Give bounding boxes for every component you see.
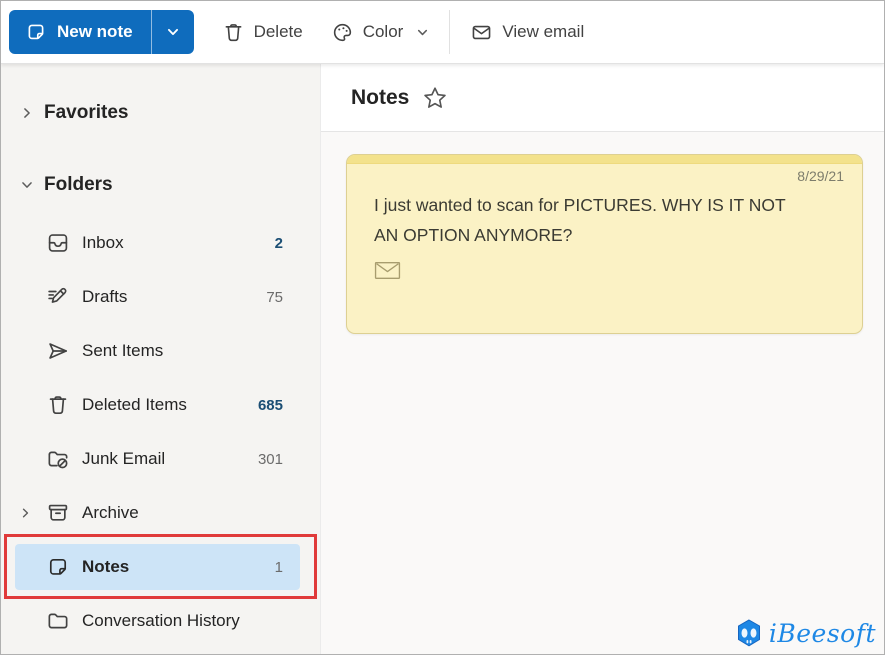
note-card[interactable]: 8/29/21 I just wanted to scan for PICTUR… [346,154,863,334]
sidebar-item-inbox[interactable]: Inbox 2 [1,216,320,270]
mail-icon [374,260,401,281]
folder-label: Sent Items [82,341,164,360]
item-count: 301 [257,450,283,468]
item-count: 1 [274,558,283,576]
item-count: 75 [266,288,283,306]
color-label: Color [362,22,404,41]
trash-icon [46,393,70,417]
sidebar-item-archive[interactable]: Archive [1,486,320,540]
folder-label: Junk Email [82,449,166,468]
notes-header: Notes [321,64,884,132]
view-email-button[interactable]: View email [456,10,598,54]
send-icon [46,339,70,363]
view-email-label: View email [502,22,585,41]
sidebar-item-drafts[interactable]: Drafts 75 [1,270,320,324]
new-note-label: New note [57,22,133,41]
new-note-dropdown-button[interactable] [152,10,194,54]
sidebar-item-sent-items[interactable]: Sent Items [1,324,320,378]
favorites-label: Favorites [44,102,129,123]
chevron-down-icon [20,178,34,192]
chevron-down-icon [416,26,429,39]
new-note-button[interactable]: New note [9,10,151,54]
sidebar-item-deleted-items[interactable]: Deleted Items 685 [1,378,320,432]
ibeesoft-watermark: iBeesoft [733,617,876,649]
mail-icon [470,21,493,44]
color-button[interactable]: Color [317,10,444,54]
archive-icon [46,501,70,525]
ibeesoft-brand-text: iBeesoft [768,618,876,648]
page-title: Notes [351,85,410,109]
folder-label: Notes [82,557,130,576]
note-text: I just wanted to scan for PICTURES. WHY … [374,195,786,245]
new-note-split-button: New note [9,10,194,54]
folder-icon [46,609,70,633]
note-icon [25,21,47,43]
delete-label: Delete [253,22,303,41]
sidebar-item-notes[interactable]: Notes 1 [1,534,320,599]
folder-label: Inbox [82,233,124,252]
sidebar-item-conversation-history[interactable]: Conversation History [1,594,320,648]
inbox-icon [46,231,70,255]
drafts-icon [46,285,70,309]
sidebar-item-junk-email[interactable]: Junk Email 301 [1,432,320,486]
toolbar-separator [449,10,451,54]
trash-icon [222,21,245,44]
sidebar-section-favorites[interactable]: Favorites [1,90,320,136]
folder-label: Drafts [82,287,128,306]
palette-icon [331,21,354,44]
outlook-notes-window: New note Delete Color View email Favorit… [0,0,885,655]
folder-label: Conversation History [82,611,240,630]
chevron-right-icon [19,507,32,520]
folder-label: Archive [82,503,139,522]
command-toolbar: New note Delete Color View email [1,1,884,64]
folder-label: Deleted Items [82,395,187,414]
junk-folder-icon [46,447,70,471]
sidebar-section-folders[interactable]: Folders [1,162,320,208]
note-icon [46,555,70,579]
favorite-star-icon[interactable] [422,85,448,111]
chevron-down-icon [166,25,180,39]
unread-count: 685 [257,396,283,414]
note-color-strip [347,155,862,164]
notes-list: 8/29/21 I just wanted to scan for PICTUR… [321,132,884,654]
notes-pane: Notes 8/29/21 I just wanted to scan for … [321,64,884,654]
folder-sidebar: Favorites Folders Inbox 2 Drafts 75 Sent… [1,64,321,654]
folders-label: Folders [44,174,113,195]
delete-button[interactable]: Delete [208,10,317,54]
chevron-right-icon [20,106,34,120]
ibeesoft-logo-icon [733,617,765,649]
unread-count: 2 [274,234,283,252]
note-date: 8/29/21 [797,168,844,184]
